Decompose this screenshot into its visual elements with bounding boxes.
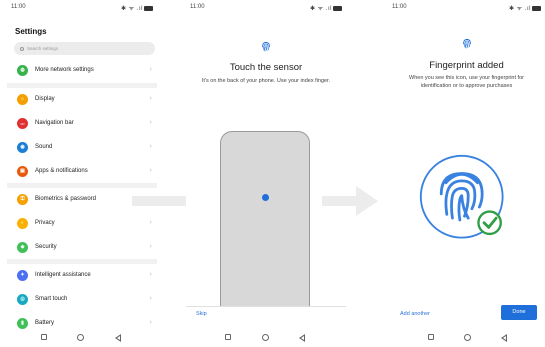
check-circle-icon <box>477 210 502 236</box>
touch-icon: ◎ <box>17 294 28 305</box>
phone-illustration <box>220 131 310 306</box>
chevron-right-icon: › <box>149 95 152 102</box>
status-bar: 11:00 ✱ ᯤ .ıl <box>11 3 153 13</box>
chevron-right-icon: › <box>149 243 152 250</box>
back-icon[interactable] <box>501 334 507 342</box>
recent-apps-icon[interactable] <box>428 334 434 340</box>
signal-icons: ✱ ᯤ .ıl <box>309 6 332 12</box>
nav-icon: ••• <box>17 118 28 129</box>
description-text: When you see this icon, use your fingerp… <box>409 75 524 89</box>
status-time: 11:00 <box>190 4 205 10</box>
signal-icons: ✱ ᯤ .ıl <box>120 6 143 12</box>
home-icon[interactable] <box>77 334 84 341</box>
settings-item-label: Smart touch <box>35 296 68 302</box>
settings-item-security[interactable]: ◈ Security › <box>14 238 157 258</box>
settings-item-label: Battery <box>35 320 55 326</box>
recent-apps-icon[interactable] <box>41 334 47 340</box>
settings-item-sound[interactable]: ◉ Sound › <box>14 138 157 158</box>
done-button[interactable]: Done <box>501 305 537 320</box>
battery-status-icon <box>144 5 153 11</box>
key-icon: ⚿ <box>17 194 28 205</box>
fingerprint-added-screen: 11:00 ✱ ᯤ .ıl Fingerprint added When you… <box>388 0 545 347</box>
chevron-right-icon: › <box>149 66 152 73</box>
status-bar: 11:00 ✱ ᯤ .ıl <box>190 3 342 13</box>
fingerprint-icon <box>262 41 270 52</box>
chevron-right-icon: › <box>149 219 152 226</box>
settings-item-privacy[interactable]: ◐ Privacy › <box>14 214 157 234</box>
chevron-right-icon: › <box>149 143 152 150</box>
chevron-right-icon: › <box>149 167 152 174</box>
settings-item-label: Biometrics & password <box>35 196 97 202</box>
battery-status-icon <box>532 5 541 11</box>
settings-item-label: Navigation bar <box>35 120 74 126</box>
settings-screen: 11:00 ✱ ᯤ .ıl Settings Search settings ◍… <box>7 0 157 347</box>
status-time: 11:00 <box>11 4 26 10</box>
settings-item-label: Intelligent assistance <box>35 272 91 278</box>
search-placeholder: Search settings <box>27 46 59 51</box>
section-divider <box>7 83 157 88</box>
chevron-right-icon: › <box>149 319 152 326</box>
back-icon[interactable] <box>115 334 121 342</box>
status-bar: 11:00 ✱ ᯤ .ıl <box>392 3 541 13</box>
home-icon[interactable] <box>464 334 471 341</box>
settings-item-label: Display <box>35 96 55 102</box>
status-icons: ✱ ᯤ .ıl <box>310 4 342 12</box>
status-icons: ✱ ᯤ .ıl <box>121 4 153 12</box>
touch-sensor-screen: 11:00 ✱ ᯤ .ıl Touch the sensor It's on t… <box>186 0 346 347</box>
footer-divider <box>186 306 346 307</box>
search-input[interactable]: Search settings <box>14 42 155 55</box>
recent-apps-icon[interactable] <box>225 334 231 340</box>
page-title: Fingerprint added <box>429 60 504 71</box>
skip-button[interactable]: Skip <box>196 311 207 317</box>
globe-icon: ◍ <box>17 65 28 76</box>
settings-item-label: Sound <box>35 144 53 150</box>
system-nav-bar <box>388 332 545 344</box>
system-nav-bar <box>7 332 157 344</box>
home-icon[interactable] <box>262 334 269 341</box>
settings-item-smart-touch[interactable]: ◎ Smart touch › <box>14 290 157 310</box>
back-icon[interactable] <box>299 334 305 342</box>
sensor-location-dot <box>262 194 269 201</box>
settings-item-battery[interactable]: ▮ Battery › <box>14 314 157 334</box>
add-another-button[interactable]: Add another <box>400 311 430 317</box>
status-time: 11:00 <box>392 4 407 10</box>
status-icons: ✱ ᯤ .ıl <box>509 4 541 12</box>
settings-item-more-network[interactable]: ◍ More network settings › <box>14 61 157 81</box>
settings-item-label: More network settings <box>35 67 94 73</box>
privacy-icon: ◐ <box>17 218 28 229</box>
settings-item-label: Privacy <box>35 220 55 226</box>
apps-icon: ▣ <box>17 166 28 177</box>
chevron-right-icon: › <box>149 295 152 302</box>
system-nav-bar <box>186 332 346 344</box>
chevron-right-icon: › <box>149 119 152 126</box>
fingerprint-success-icon <box>419 154 504 239</box>
battery-status-icon <box>333 5 342 11</box>
assistant-icon: ✦ <box>17 270 28 281</box>
settings-item-display[interactable]: ☼ Display › <box>14 90 157 110</box>
settings-item-apps-notifications[interactable]: ▣ Apps & notifications › <box>14 162 157 182</box>
page-title: Touch the sensor <box>229 62 303 73</box>
instruction-text: It's on the back of your phone. Use your… <box>201 78 331 84</box>
speaker-icon: ◉ <box>17 142 28 153</box>
shield-icon: ◈ <box>17 242 28 253</box>
fingerprint-icon <box>463 38 471 49</box>
settings-item-navigation-bar[interactable]: ••• Navigation bar › <box>14 114 157 134</box>
battery-icon: ▮ <box>17 318 28 329</box>
flow-arrow-icon <box>322 186 378 216</box>
settings-item-label: Security <box>35 244 57 250</box>
chevron-right-icon: › <box>149 271 152 278</box>
brightness-icon: ☼ <box>17 94 28 105</box>
page-title: Settings <box>15 27 47 36</box>
search-icon <box>20 46 24 51</box>
settings-item-intelligent-assistance[interactable]: ✦ Intelligent assistance › <box>14 266 157 286</box>
signal-icons: ✱ ᯤ .ıl <box>508 6 531 12</box>
settings-item-label: Apps & notifications <box>35 168 88 174</box>
section-divider <box>7 259 157 264</box>
